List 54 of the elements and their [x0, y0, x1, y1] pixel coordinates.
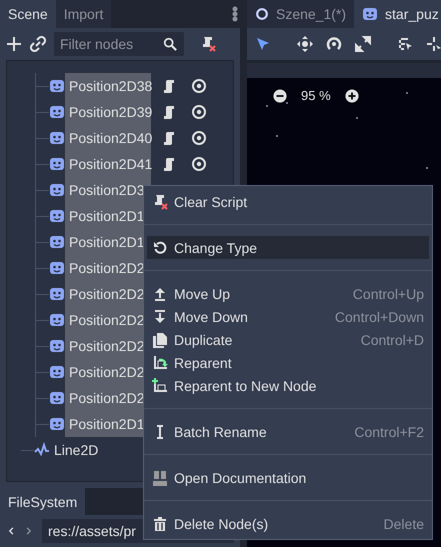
- rotate-icon: [326, 36, 342, 52]
- duplicate-icon: [152, 332, 168, 348]
- menu-item[interactable]: Open Documentation: [147, 466, 429, 489]
- pointer-icon: [255, 36, 271, 52]
- minus-icon: [273, 88, 287, 102]
- zoom-in-button[interactable]: [344, 88, 359, 102]
- node-icon: [49, 156, 65, 172]
- node-icon: [362, 6, 378, 22]
- reparent-icon: [152, 354, 168, 370]
- trash-icon: [152, 516, 168, 532]
- node-icon: [49, 364, 65, 380]
- line-icon: [34, 442, 50, 458]
- arrow-up-icon: [152, 286, 168, 302]
- node-icon: [49, 130, 65, 146]
- rotate-icon: [152, 240, 168, 256]
- tree-item[interactable]: Position2D38: [65, 73, 151, 99]
- node-icon: [49, 78, 65, 94]
- zoom-level: 95 %: [301, 88, 331, 103]
- menu-item[interactable]: Change Type: [147, 236, 429, 259]
- panel-tab[interactable]: Import: [56, 0, 112, 28]
- node-icon: [49, 182, 65, 198]
- tree-item[interactable]: Line2D: [50, 437, 102, 463]
- node-icon: [49, 312, 65, 328]
- panel-tab[interactable]: FileSystem: [0, 488, 86, 515]
- node-icon: [49, 104, 65, 120]
- reparent-new-icon: [152, 378, 168, 394]
- panel-tab[interactable]: Scene: [0, 0, 56, 28]
- tree-item[interactable]: Position2D40: [65, 125, 151, 151]
- node-icon: [49, 208, 65, 224]
- node-icon: [49, 234, 65, 250]
- filter-field[interactable]: Filter nodes: [54, 32, 184, 56]
- plus-icon: [344, 88, 359, 102]
- link-icon: [30, 36, 46, 52]
- node-icon: [49, 260, 65, 276]
- tree-item[interactable]: Position2D39: [65, 99, 151, 125]
- tree-item[interactable]: Position2D3: [65, 177, 151, 203]
- node-icon: [49, 416, 65, 432]
- clear-script-icon: [200, 36, 216, 52]
- scale-icon: [355, 36, 371, 52]
- editor-tab[interactable]: Szene_1(*): [247, 0, 354, 28]
- list-select-icon: [397, 36, 413, 52]
- more-icon: [232, 6, 238, 22]
- circle-icon: [255, 7, 269, 21]
- editor-tab[interactable]: star_puz: [354, 0, 441, 28]
- tree-item[interactable]: Position2D41: [65, 151, 151, 177]
- node-icon: [49, 390, 65, 406]
- search-icon: [163, 37, 177, 51]
- node-icon: [49, 286, 65, 302]
- clear-script-icon: [152, 194, 168, 210]
- arrow-down-icon: [152, 308, 168, 324]
- move-icon: [297, 36, 313, 52]
- add-icon: [6, 36, 22, 52]
- zoom-out-button[interactable]: [273, 88, 287, 102]
- node-icon: [49, 338, 65, 354]
